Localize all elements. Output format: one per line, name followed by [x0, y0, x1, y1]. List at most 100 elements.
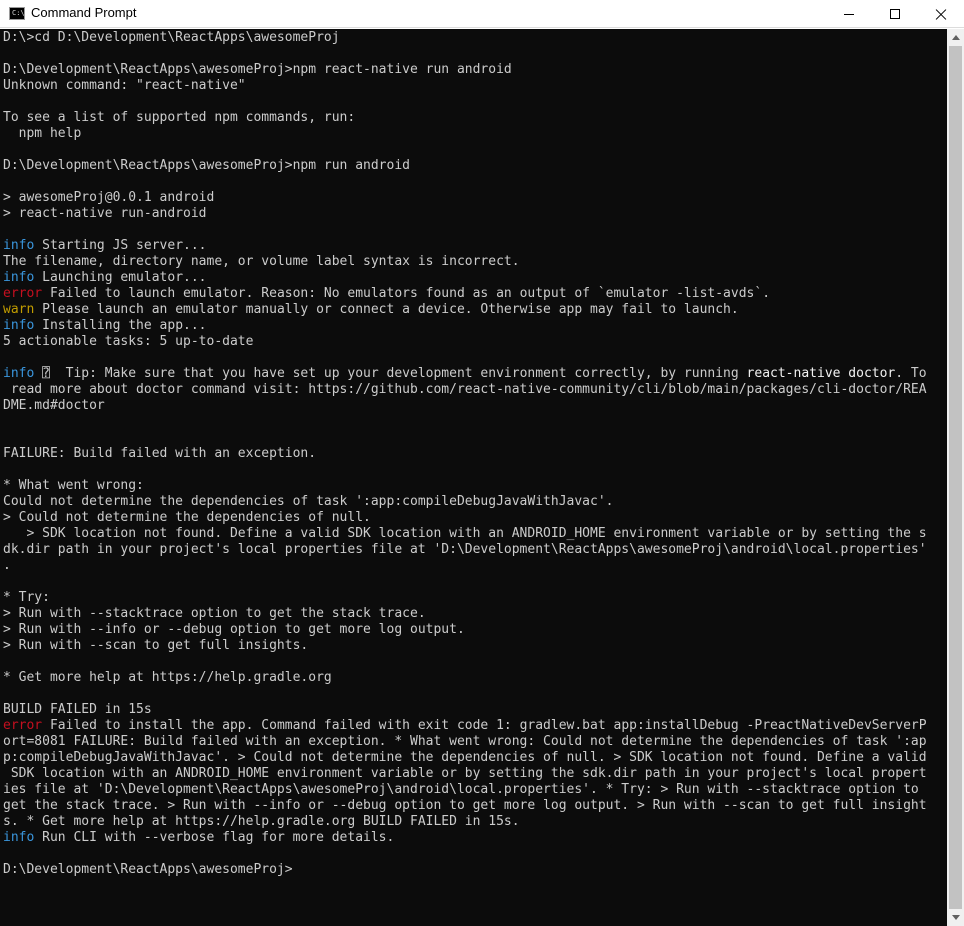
scroll-down-button[interactable]: [947, 909, 964, 926]
console-line: Could not determine the dependencies of …: [3, 494, 927, 510]
maximize-button[interactable]: [872, 0, 918, 28]
cmd-icon-glyph: C:\: [12, 9, 25, 17]
console-line: 5 actionable tasks: 5 up-to-date: [3, 334, 927, 350]
console-line: s. * Get more help at https://help.gradl…: [3, 814, 927, 830]
console-line: D:\>cd D:\Development\ReactApps\awesomeP…: [3, 30, 927, 46]
console-line-text: Launching emulator...: [34, 270, 207, 285]
console-line: > Run with --stacktrace option to get th…: [3, 606, 927, 622]
console-line-text: > awesomeProj@0.0.1 android: [3, 190, 215, 205]
console-line: p:compileDebugJavaWithJavac'. > Could no…: [3, 750, 927, 766]
console-output[interactable]: D:\>cd D:\Development\ReactApps\awesomeP…: [0, 29, 947, 926]
console-line: * What went wrong:: [3, 478, 927, 494]
console-line: > awesomeProj@0.0.1 android: [3, 190, 927, 206]
console-line: SDK location with an ANDROID_HOME enviro…: [3, 766, 927, 782]
console-line-text: D:\Development\ReactApps\awesomeProj>npm…: [3, 158, 410, 173]
title-bar[interactable]: C:\ Command Prompt: [0, 0, 964, 28]
scroll-down-arrow-icon: [951, 915, 960, 920]
console-line: D:\Development\ReactApps\awesomeProj>: [3, 862, 927, 878]
console-line-text: > Could not determine the dependencies o…: [3, 510, 371, 525]
console-line: FAILURE: Build failed with an exception.: [3, 446, 927, 462]
scroll-up-button[interactable]: [947, 29, 964, 46]
console-line-text: .: [3, 558, 11, 573]
info-label: info: [3, 238, 35, 253]
error-label: error: [3, 718, 43, 733]
console-line-text: D:\>cd D:\Development\ReactApps\awesomeP…: [3, 30, 340, 45]
console-line-text: * Get more help at https://help.gradle.o…: [3, 670, 332, 685]
console-line: ort=8081 FAILURE: Build failed with an e…: [3, 734, 927, 750]
console-line: info Run CLI with --verbose flag for mor…: [3, 830, 927, 846]
console-line-text: Starting JS server...: [34, 238, 207, 253]
info-label: info: [3, 270, 35, 285]
minimize-button[interactable]: [826, 0, 872, 28]
close-icon: [935, 8, 947, 20]
info-label: info: [3, 318, 35, 333]
console-line-text: Please launch an emulator manually or co…: [34, 302, 739, 317]
console-line-text: get the stack trace. > Run with --info o…: [3, 798, 927, 813]
console-line-text: BUILD FAILED in 15s: [3, 702, 152, 717]
console-line-text: D:\Development\ReactApps\awesomeProj>: [3, 862, 293, 877]
console-line-text: Failed to launch emulator. Reason: No em…: [42, 286, 771, 301]
console-line: info Starting JS server...: [3, 238, 927, 254]
console-line: .: [3, 558, 927, 574]
console-line: info Installing the app...: [3, 318, 927, 334]
console-line: warn Please launch an emulator manually …: [3, 302, 927, 318]
console-line-text: D:\Development\ReactApps\awesomeProj>npm…: [3, 62, 512, 77]
console-line: error Failed to launch emulator. Reason:…: [3, 286, 927, 302]
console-line-text: ies file at 'D:\Development\ReactApps\aw…: [3, 782, 919, 797]
scrollbar-thumb[interactable]: [949, 46, 962, 909]
console-line-text: To see a list of supported npm commands,…: [3, 110, 356, 125]
console-line: info Launching emulator...: [3, 270, 927, 286]
console-line-text: ⍰ Tip: Make sure that you have set up yo…: [34, 366, 747, 381]
console-line: DME.md#doctor: [3, 398, 927, 414]
console-line: D:\Development\ReactApps\awesomeProj>npm…: [3, 62, 927, 78]
console-line: npm help: [3, 126, 927, 142]
console-line-text: Could not determine the dependencies of …: [3, 494, 614, 509]
console-line: To see a list of supported npm commands,…: [3, 110, 927, 126]
console-line: > react-native run-android: [3, 206, 927, 222]
console-line-text: read more about doctor command visit: ht…: [3, 382, 927, 397]
console-line-text: > Run with --stacktrace option to get th…: [3, 606, 426, 621]
console-line-text: npm help: [3, 126, 82, 141]
console-line-text: > Run with --scan to get full insights.: [3, 638, 309, 653]
console-line: > Run with --scan to get full insights.: [3, 638, 927, 654]
console-line: dk.dir path in your project's local prop…: [3, 542, 927, 558]
console-line: * Get more help at https://help.gradle.o…: [3, 670, 927, 686]
error-label: error: [3, 286, 43, 301]
console-line-text: * What went wrong:: [3, 478, 144, 493]
warn-label: warn: [3, 302, 35, 317]
console-line-text: DME.md#doctor: [3, 398, 105, 413]
console-line-text: p:compileDebugJavaWithJavac'. > Could no…: [3, 750, 927, 765]
console-line: error Failed to install the app. Command…: [3, 718, 927, 734]
minimize-icon: [844, 13, 854, 15]
console-line-text: Run CLI with --verbose flag for more det…: [34, 830, 395, 845]
console-line-text: FAILURE: Build failed with an exception.: [3, 446, 317, 461]
console-line-text: The filename, directory name, or volume …: [3, 254, 520, 269]
console-line-text: . To: [895, 366, 927, 381]
info-label: info: [3, 830, 35, 845]
console-line: ies file at 'D:\Development\ReactApps\aw…: [3, 782, 927, 798]
cmd-icon[interactable]: C:\: [9, 7, 25, 20]
console-line-text: ort=8081 FAILURE: Build failed with an e…: [3, 734, 927, 749]
console-line: > SDK location not found. Define a valid…: [3, 526, 927, 542]
console-line: > Could not determine the dependencies o…: [3, 510, 927, 526]
maximize-icon: [890, 9, 900, 19]
console-line-text: 5 actionable tasks: 5 up-to-date: [3, 334, 254, 349]
close-button[interactable]: [918, 0, 964, 28]
console-line: Unknown command: "react-native": [3, 78, 927, 94]
window-title: Command Prompt: [31, 5, 137, 20]
console-line-text: > SDK location not found. Define a valid…: [3, 526, 927, 541]
console-line: info ⍰ Tip: Make sure that you have set …: [3, 366, 927, 382]
vertical-scrollbar[interactable]: [947, 29, 964, 926]
console-line: > Run with --info or --debug option to g…: [3, 622, 927, 638]
